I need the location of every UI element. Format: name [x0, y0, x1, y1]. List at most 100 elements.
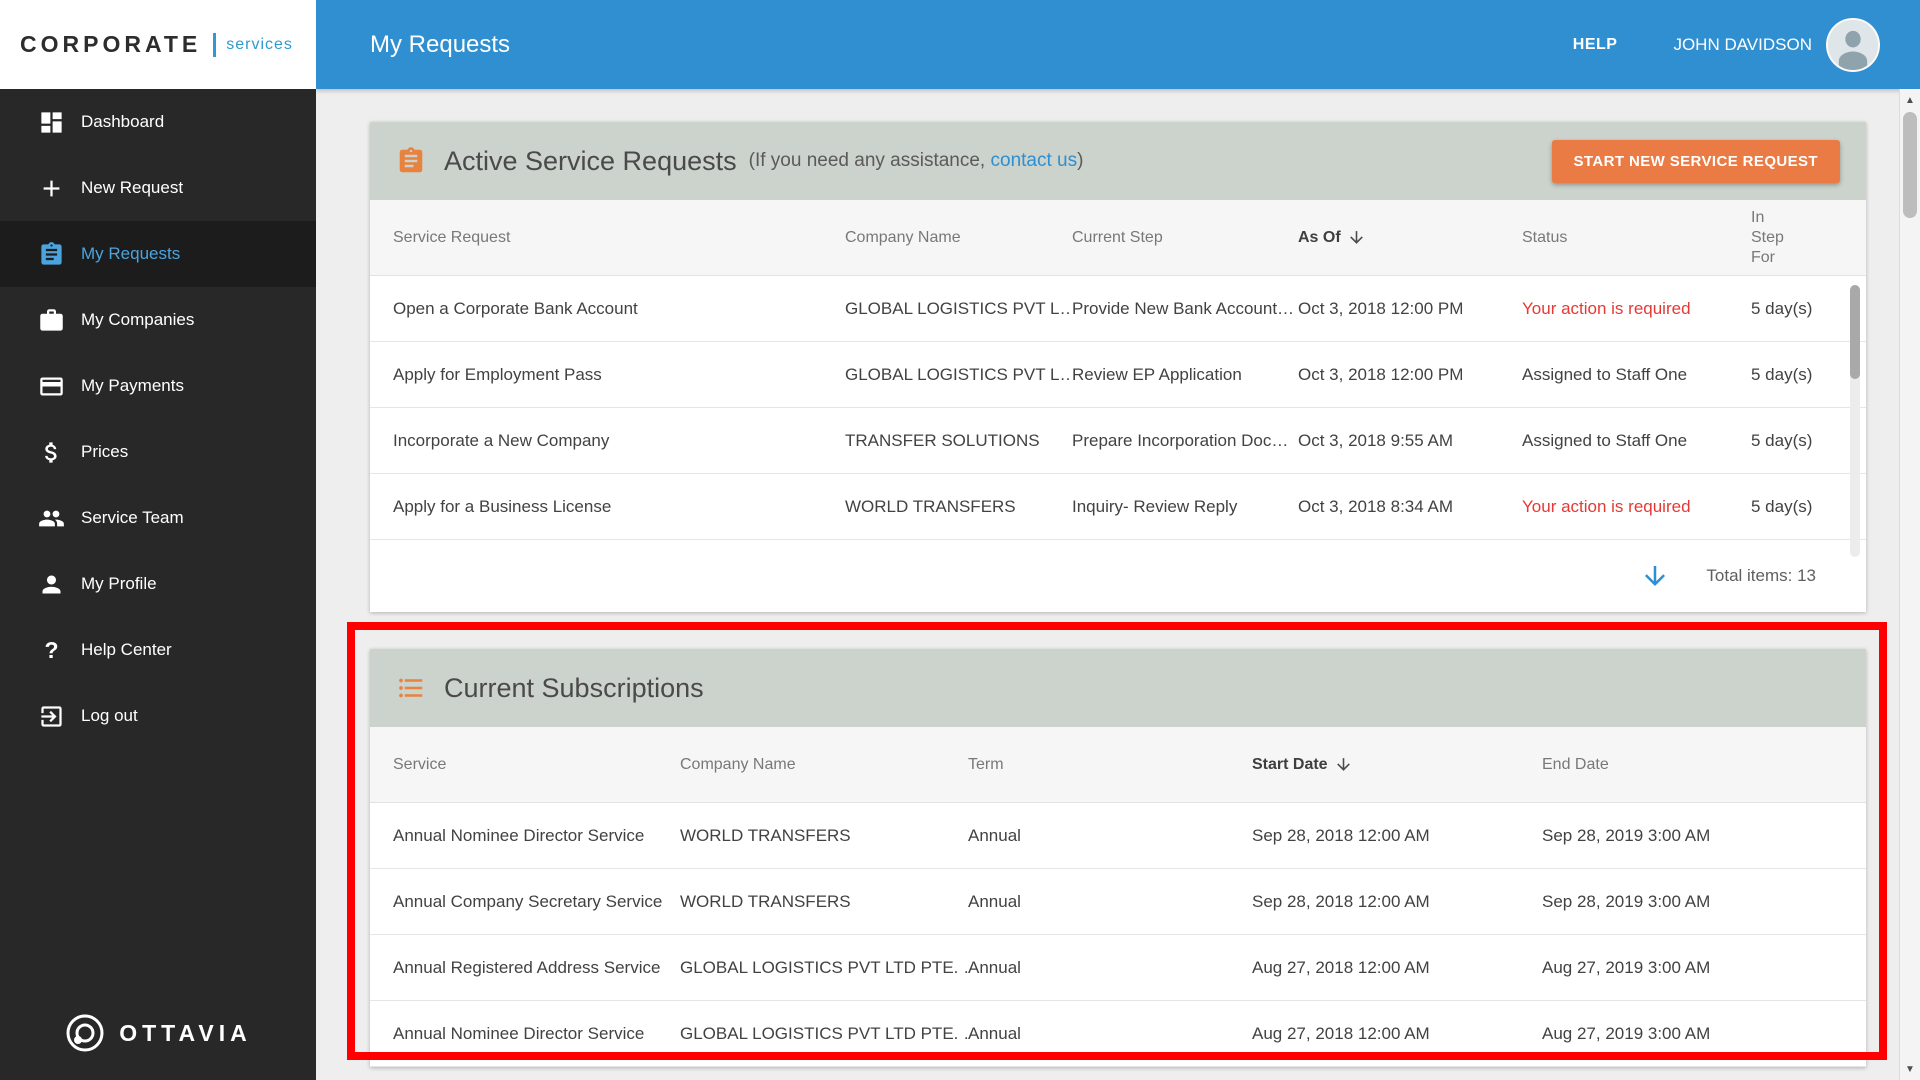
- cell-as-of: Oct 3, 2018 8:34 AM: [1298, 496, 1453, 516]
- cell-start-date: Aug 27, 2018 12:00 AM: [1252, 957, 1430, 977]
- brand-logo-text: CORPORATE: [20, 31, 202, 57]
- ottavia-logo-icon: [66, 1014, 104, 1052]
- main-content: Active Service Requests (If you need any…: [316, 89, 1920, 1080]
- request-row[interactable]: Open a Corporate Bank Account GLOBAL LOG…: [370, 276, 1866, 342]
- column-start-date[interactable]: Start Date: [1252, 755, 1542, 774]
- sidebar-item-label: Log out: [81, 706, 138, 725]
- column-in-step-for[interactable]: In Step For: [1751, 208, 1803, 268]
- subscriptions-header: Current Subscriptions: [370, 649, 1866, 727]
- column-end-date[interactable]: End Date: [1542, 756, 1866, 774]
- scrollbar-up-arrow[interactable]: ▲: [1900, 89, 1920, 111]
- cell-service-request: Open a Corporate Bank Account: [393, 298, 638, 318]
- sidebar-item-my-requests[interactable]: My Requests: [0, 221, 316, 287]
- cell-status: Your action is required: [1522, 298, 1691, 318]
- column-company-name[interactable]: Company Name: [845, 229, 1072, 247]
- subscription-row[interactable]: Annual Nominee Director Service WORLD TR…: [370, 803, 1866, 869]
- column-status[interactable]: Status: [1522, 229, 1751, 247]
- table-scrollbar-thumb[interactable]: [1850, 285, 1860, 379]
- column-company-name[interactable]: Company Name: [680, 756, 968, 774]
- cell-term: Annual: [968, 1023, 1021, 1043]
- sidebar-item-service-team[interactable]: Service Team: [0, 485, 316, 551]
- cell-service: Annual Nominee Director Service: [393, 1023, 645, 1043]
- total-items-label: Total items: 13: [1706, 566, 1816, 585]
- bulleted-list-icon: [399, 678, 423, 698]
- sidebar-item-label: My Payments: [81, 376, 184, 395]
- people-icon: [39, 510, 64, 526]
- cell-company-name: GLOBAL LOGISTICS PVT LTD PTE. …: [680, 957, 968, 977]
- column-current-step[interactable]: Current Step: [1072, 229, 1298, 247]
- logout-icon: [41, 705, 62, 727]
- scrollbar-down-arrow[interactable]: ▼: [1900, 1058, 1920, 1080]
- sort-descending-icon[interactable]: [1347, 228, 1366, 247]
- app-window: CORPORATE services Dashboard New Request…: [0, 0, 1920, 1080]
- sidebar-item-label: My Profile: [81, 574, 157, 593]
- active-service-requests-card: Active Service Requests (If you need any…: [370, 122, 1866, 612]
- sidebar-item-help-center[interactable]: ? Help Center: [0, 617, 316, 683]
- cell-current-step: Review EP Application: [1072, 364, 1242, 384]
- request-row[interactable]: Incorporate a New Company TRANSFER SOLUT…: [370, 408, 1866, 474]
- user-name[interactable]: JOHN DAVIDSON: [1673, 35, 1812, 55]
- clipboard-icon: [399, 147, 423, 173]
- page-title: My Requests: [370, 30, 511, 58]
- cell-service-request: Apply for Employment Pass: [393, 364, 602, 384]
- sidebar-item-my-companies[interactable]: My Companies: [0, 287, 316, 353]
- sidebar-item-label: Help Center: [81, 640, 172, 659]
- vertical-scrollbar[interactable]: ▲ ▼: [1899, 89, 1920, 1080]
- contact-us-link[interactable]: contact us: [991, 150, 1078, 171]
- help-link[interactable]: HELP: [1573, 36, 1618, 54]
- sidebar-item-log-out[interactable]: Log out: [0, 683, 316, 749]
- subscription-row[interactable]: Annual Nominee Director Service GLOBAL L…: [370, 1001, 1866, 1067]
- request-row[interactable]: Apply for Employment Pass GLOBAL LOGISTI…: [370, 342, 1866, 408]
- sidebar-item-my-profile[interactable]: My Profile: [0, 551, 316, 617]
- cell-end-date: Aug 27, 2019 3:00 AM: [1542, 1023, 1711, 1043]
- scroll-down-arrow-icon[interactable]: [1640, 561, 1670, 591]
- card-title: Current Subscriptions: [444, 672, 704, 703]
- cell-company-name: GLOBAL LOGISTICS PVT L…: [845, 298, 1072, 318]
- request-row[interactable]: Apply for a Business License WORLD TRANS…: [370, 474, 1866, 540]
- cell-status: Your action is required: [1522, 496, 1691, 516]
- sidebar-item-prices[interactable]: Prices: [0, 419, 316, 485]
- user-avatar[interactable]: [1826, 17, 1880, 72]
- subscription-row[interactable]: Annual Company Secretary Service WORLD T…: [370, 869, 1866, 935]
- brand-logo[interactable]: CORPORATE services: [0, 0, 316, 89]
- sidebar-item-dashboard[interactable]: Dashboard: [0, 89, 316, 155]
- column-service[interactable]: Service: [393, 756, 680, 774]
- table-scrollbar: [1850, 285, 1860, 557]
- sidebar-item-label: New Request: [81, 178, 184, 197]
- cell-company-name: WORLD TRANSFERS: [680, 825, 851, 845]
- card-title: Active Service Requests: [444, 145, 737, 176]
- cell-as-of: Oct 3, 2018 12:00 PM: [1298, 298, 1464, 318]
- cell-end-date: Aug 27, 2019 3:00 AM: [1542, 957, 1711, 977]
- cell-end-date: Sep 28, 2019 3:00 AM: [1542, 825, 1711, 845]
- start-new-service-request-button[interactable]: START NEW SERVICE REQUEST: [1551, 139, 1840, 183]
- subscription-row[interactable]: Annual Registered Address Service GLOBAL…: [370, 935, 1866, 1001]
- cell-in-step-for: 5 day(s): [1751, 496, 1813, 516]
- sidebar-item-label: Dashboard: [81, 112, 165, 131]
- top-bar: My Requests HELP JOHN DAVIDSON: [316, 0, 1920, 89]
- sidebar-item-new-request[interactable]: New Request: [0, 155, 316, 221]
- assistance-note-prefix: (If you need any assistance,: [748, 150, 991, 171]
- column-as-of-label: As Of: [1298, 228, 1341, 246]
- cell-in-step-for: 5 day(s): [1751, 364, 1813, 384]
- cell-company-name: TRANSFER SOLUTIONS: [845, 430, 1040, 450]
- person-icon: [42, 575, 61, 593]
- sort-descending-icon[interactable]: [1334, 755, 1353, 774]
- subscriptions-table-header: Service Company Name Term Start Date End…: [370, 727, 1866, 803]
- active-requests-header: Active Service Requests (If you need any…: [370, 122, 1866, 200]
- cell-term: Annual: [968, 825, 1021, 845]
- column-as-of[interactable]: As Of: [1298, 228, 1522, 247]
- ottavia-logo-text: OTTAVIA: [119, 1019, 252, 1046]
- sidebar-item-my-payments[interactable]: My Payments: [0, 353, 316, 419]
- column-term[interactable]: Term: [968, 756, 1252, 774]
- credit-card-icon: [40, 377, 63, 395]
- cell-service: Annual Company Secretary Service: [393, 891, 663, 911]
- scrollbar-thumb[interactable]: [1903, 112, 1917, 218]
- cell-company-name: WORLD TRANSFERS: [845, 496, 1016, 516]
- assistance-note: (If you need any assistance, contact us): [749, 150, 1084, 172]
- cell-company-name: GLOBAL LOGISTICS PVT L…: [845, 364, 1072, 384]
- sidebar-item-label: Service Team: [81, 508, 184, 527]
- column-service-request[interactable]: Service Request: [393, 229, 845, 247]
- column-start-date-label: Start Date: [1252, 755, 1328, 773]
- cell-service: Annual Nominee Director Service: [393, 825, 645, 845]
- cell-status: Assigned to Staff One: [1522, 364, 1688, 384]
